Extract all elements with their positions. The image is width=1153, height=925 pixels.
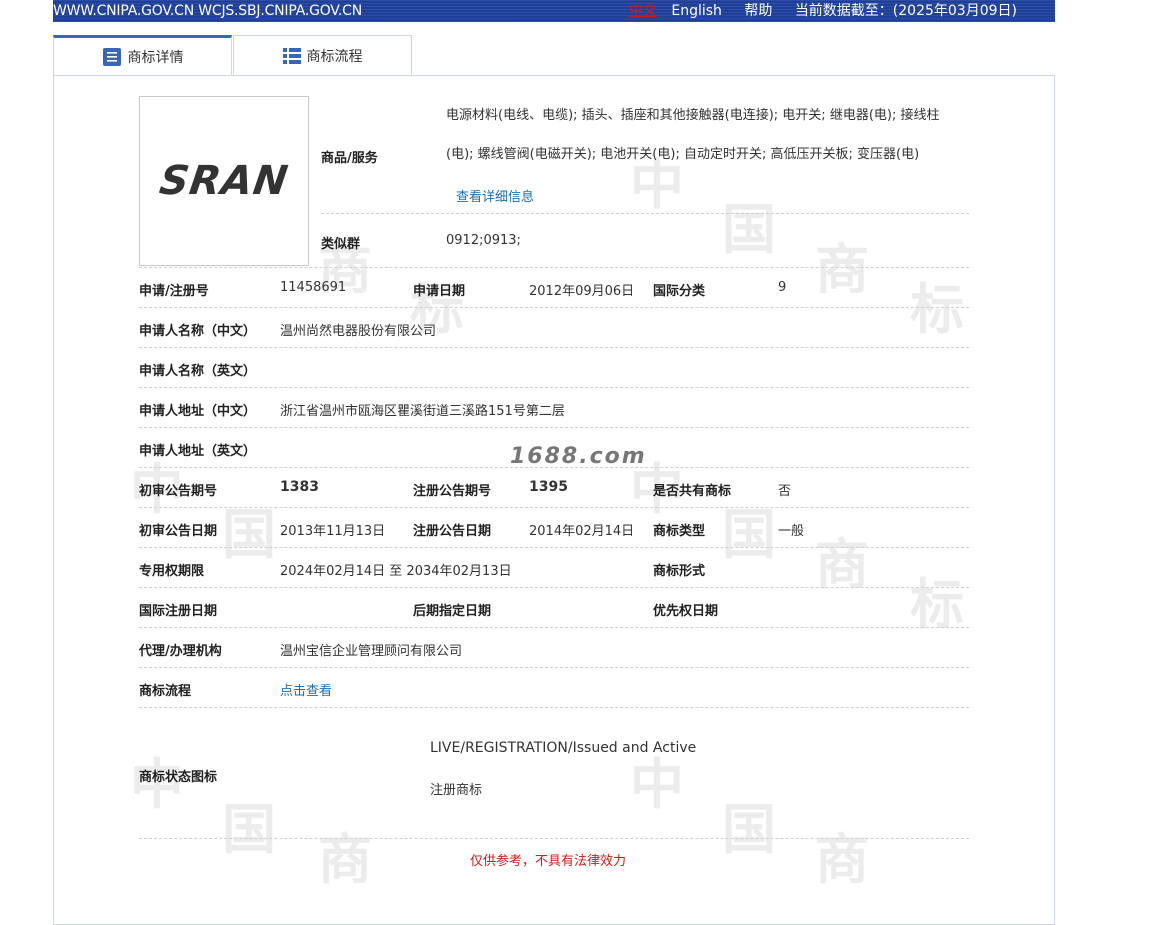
divider (139, 347, 969, 348)
divider (139, 547, 969, 548)
flow-label: 商标流程 (139, 684, 192, 699)
lang-en-link[interactable]: English (671, 3, 722, 19)
view-flow-link[interactable]: 点击查看 (280, 680, 332, 699)
goods-line: 电源材料(电线、电缆); 插头、插座和其他接触器(电连接); 电开关; 继电器(… (446, 108, 940, 123)
type-label: 商标类型 (653, 524, 706, 539)
intl-class-label: 国际分类 (653, 284, 706, 299)
document-icon (102, 48, 121, 66)
disclaimer: 仅供参考，不具有法律效力 (470, 854, 627, 869)
apply-date-label: 申请日期 (413, 284, 466, 299)
status-en: LIVE/REGISTRATION/Issued and Active (430, 740, 697, 756)
divider (139, 427, 969, 428)
intl-class-value: 9 (778, 280, 787, 295)
site-watermark: 1688.com (510, 444, 647, 469)
shared-value: 否 (778, 484, 792, 499)
divider (139, 667, 969, 668)
reg-no-value: 11458691 (280, 280, 347, 295)
shared-label: 是否共有商标 (653, 484, 732, 499)
agent-value: 温州宝信企业管理顾问有限公司 (280, 644, 463, 659)
divider (139, 307, 969, 308)
reg-pub-no-value: 1395 (529, 479, 568, 495)
type-value: 一般 (778, 524, 805, 539)
prelim-date-value: 2013年11月13日 (280, 524, 386, 539)
priority-date-label: 优先权日期 (653, 604, 719, 619)
applicant-cn-value: 温州尚然电器股份有限公司 (280, 324, 437, 339)
goods-label: 商品/服务 (321, 151, 378, 166)
trademark-logo-text: SRAN (156, 158, 292, 204)
top-bar: WWW.CNIPA.GOV.CN WCJS.SBJ.CNIPA.GOV.CN 中… (53, 0, 1055, 22)
address-en-label: 申请人地址（英文） (139, 444, 257, 459)
similar-group-value: 0912;0913; (446, 233, 521, 248)
tab-label: 商标流程 (306, 48, 363, 65)
prelim-no-label: 初审公告期号 (139, 484, 218, 499)
address-cn-label: 申请人地址（中文） (139, 404, 257, 419)
data-date: 当前数据截至：(2025年03月09日) (794, 3, 1017, 19)
list-icon (282, 47, 301, 64)
top-links: 中文 English 帮助 当前数据截至：(2025年03月09日) (611, 0, 1017, 22)
similar-group-label: 类似群 (321, 237, 361, 252)
prelim-no-value: 1383 (280, 479, 319, 495)
address-cn-value: 浙江省温州市瓯海区瞿溪街道三溪路151号第二层 (280, 404, 565, 419)
view-details-link[interactable]: 查看详细信息 (456, 186, 534, 205)
applicant-cn-label: 申请人名称（中文） (139, 324, 257, 339)
exclusive-period-value: 2024年02月14日 至 2034年02月13日 (280, 564, 512, 579)
prelim-date-label: 初审公告日期 (139, 524, 218, 539)
applicant-en-label: 申请人名称（英文） (139, 364, 257, 379)
tab-trademark-flow[interactable]: 商标流程 (233, 35, 412, 75)
trademark-image: SRAN (139, 96, 309, 266)
lang-zh-link[interactable]: 中文 (629, 3, 657, 19)
divider (139, 587, 969, 588)
divider (139, 627, 969, 628)
status-label: 商标状态图标 (139, 770, 218, 785)
divider (139, 707, 969, 708)
intl-reg-date-label: 国际注册日期 (139, 604, 218, 619)
divider (139, 838, 969, 839)
divider (321, 213, 969, 214)
exclusive-period-label: 专用权期限 (139, 564, 205, 579)
goods-line: (电); 螺线管阀(电磁开关); 电池开关(电); 自动定时开关; 高低压开关板… (446, 147, 920, 162)
divider (139, 507, 969, 508)
reg-no-label: 申请/注册号 (139, 284, 209, 299)
divider (139, 267, 969, 268)
tab-trademark-detail[interactable]: 商标详情 (53, 35, 232, 76)
reg-pub-no-label: 注册公告期号 (413, 484, 492, 499)
help-link[interactable]: 帮助 (744, 3, 772, 19)
later-date-label: 后期指定日期 (413, 604, 492, 619)
divider (139, 387, 969, 388)
reg-pub-date-label: 注册公告日期 (413, 524, 492, 539)
reg-pub-date-value: 2014年02月14日 (529, 524, 635, 539)
site-links[interactable]: WWW.CNIPA.GOV.CN WCJS.SBJ.CNIPA.GOV.CN (53, 0, 362, 22)
goods-list: 电源材料(电线、电缆); 插头、插座和其他接触器(电连接); 电开关; 继电器(… (446, 96, 971, 174)
tab-label: 商标详情 (127, 50, 184, 66)
agent-label: 代理/办理机构 (139, 644, 222, 659)
status-cn: 注册商标 (430, 783, 483, 798)
form-label: 商标形式 (653, 564, 706, 579)
apply-date-value: 2012年09月06日 (529, 284, 635, 299)
